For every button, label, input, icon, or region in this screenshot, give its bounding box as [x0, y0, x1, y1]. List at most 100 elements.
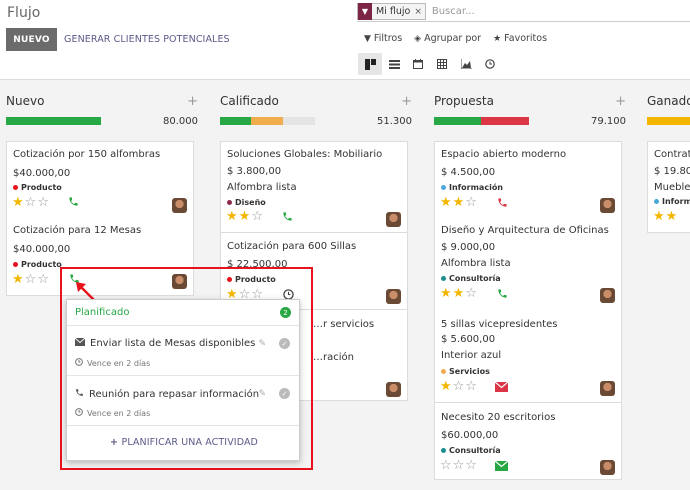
layers-icon: ◈: [414, 34, 422, 44]
kanban-card[interactable]: Contrat… $ 19.800… Muebles… Informa… ★★: [647, 141, 690, 233]
priority-stars[interactable]: ★★☆: [440, 286, 478, 301]
breadcrumb[interactable]: Flujo: [7, 5, 40, 21]
column-title: Ganado: [647, 94, 690, 108]
card-tag: Servicios: [441, 367, 490, 376]
priority-stars[interactable]: ★★☆: [226, 209, 264, 224]
card-title: Cotización por 150 alfombras: [13, 149, 161, 160]
plus-icon[interactable]: +: [615, 94, 626, 109]
column-title: Nuevo: [6, 94, 45, 108]
edit-pencil-icon[interactable]: ✎: [258, 389, 266, 399]
activity-title: Reunión para repasar información: [89, 388, 260, 400]
column-nuevo: Nuevo + 80.000: [6, 90, 202, 128]
priority-stars[interactable]: ★☆☆: [440, 379, 478, 394]
kanban-card[interactable]: Necesito 20 escritorios $60.000,00 Consu…: [434, 402, 622, 480]
card-subtitle: Muebles…: [654, 182, 690, 193]
card-subtitle: …ración: [313, 352, 354, 363]
phone-activity-icon[interactable]: [282, 211, 293, 225]
kanban-card[interactable]: Soluciones Globales: Mobiliario $ 3.800,…: [220, 141, 408, 233]
tag-dot: [441, 448, 446, 453]
card-title: Necesito 20 escritorios: [441, 412, 556, 423]
plus-icon[interactable]: +: [401, 94, 412, 109]
plus-icon: +: [110, 437, 122, 448]
clock-icon: [75, 408, 83, 418]
activity-item[interactable]: Reunión para repasar información Vence e…: [67, 376, 299, 426]
graph-view-icon[interactable]: [454, 53, 478, 75]
kanban-view-icon[interactable]: [358, 53, 382, 75]
card-title: Cotización para 600 Sillas: [227, 241, 357, 252]
mark-done-icon[interactable]: ✓: [279, 338, 290, 349]
column-title: Propuesta: [434, 94, 494, 108]
filters-button[interactable]: ▼ Filtros: [364, 33, 402, 44]
priority-stars[interactable]: ★☆☆: [12, 195, 50, 210]
avatar: [386, 212, 401, 227]
priority-stars[interactable]: ★☆☆: [12, 272, 50, 287]
facet-remove-icon[interactable]: ×: [414, 7, 425, 17]
card-amount: $40.000,00: [13, 168, 71, 179]
card-title: Cotización para 12 Mesas: [13, 225, 142, 236]
card-amount: $ 5.600,00: [441, 334, 496, 345]
email-activity-icon[interactable]: [494, 460, 509, 474]
schedule-activity-button[interactable]: + PLANIFICAR UNA ACTIVIDAD: [67, 437, 301, 448]
card-tag: Diseño: [227, 198, 266, 207]
card-subtitle: Interior azul: [441, 350, 502, 361]
column-progress-bar[interactable]: [647, 117, 690, 125]
card-amount: $ 9.000,00: [441, 242, 496, 253]
avatar: [386, 382, 401, 397]
card-title: Diseño y Arquitectura de Oficinas: [441, 225, 609, 236]
phone-activity-icon[interactable]: [68, 196, 79, 210]
activity-view-icon[interactable]: [478, 53, 502, 75]
column-progress-bar[interactable]: [6, 117, 101, 125]
tag-dot: [227, 200, 232, 205]
control-panel: Flujo NUEVO GENERAR CLIENTES POTENCIALES…: [0, 0, 690, 80]
search-options: ▼ Filtros ◈ Agrupar por ★ Favoritos: [364, 33, 547, 44]
avatar: [600, 460, 615, 475]
list-view-icon[interactable]: [382, 53, 406, 75]
card-subtitle: Alfombra lista: [227, 182, 297, 193]
priority-stars[interactable]: ☆☆☆: [440, 458, 478, 473]
column-calificado: Calificado + 51.300: [220, 90, 416, 128]
priority-stars[interactable]: ★★☆: [440, 195, 478, 210]
column-propuesta: Propuesta + 79.100: [434, 90, 630, 128]
plus-icon[interactable]: +: [187, 94, 198, 109]
calendar-view-icon[interactable]: [406, 53, 430, 75]
email-activity-icon[interactable]: [494, 381, 509, 395]
group-by-button[interactable]: ◈ Agrupar por: [414, 33, 481, 44]
activity-due: Vence en 2 días: [87, 408, 151, 418]
column-title: Calificado: [220, 94, 279, 108]
view-switcher: [358, 53, 502, 75]
card-amount: $40.000,00: [13, 244, 71, 255]
generate-leads-button[interactable]: GENERAR CLIENTES POTENCIALES: [64, 34, 230, 45]
column-progress-bar[interactable]: [434, 117, 529, 125]
kanban-card[interactable]: 5 sillas vicepresidentes $ 5.600,00 Inte…: [434, 310, 622, 403]
activity-item[interactable]: Enviar lista de Mesas disponibles Vence …: [67, 326, 299, 376]
envelope-icon: [74, 337, 86, 349]
card-amount: $60.000,00: [441, 430, 499, 441]
kanban-card[interactable]: Espacio abierto moderno $ 4.500,00 Infor…: [434, 141, 622, 219]
column-total: 79.100: [591, 115, 626, 127]
search-input[interactable]: [431, 6, 612, 17]
popover-title: Planificado: [75, 307, 130, 318]
column-progress-bar[interactable]: [220, 117, 315, 125]
edit-pencil-icon[interactable]: ✎: [258, 339, 266, 349]
card-amount: $ 3.800,00: [227, 166, 282, 177]
favorites-button[interactable]: ★ Favoritos: [493, 33, 547, 44]
pivot-view-icon[interactable]: [430, 53, 454, 75]
new-button[interactable]: NUEVO: [6, 28, 57, 51]
activity-title: Enviar lista de Mesas disponibles: [90, 338, 256, 349]
avatar: [172, 198, 187, 213]
kanban-card[interactable]: Cotización por 150 alfombras $40.000,00 …: [6, 141, 194, 219]
phone-activity-icon[interactable]: [497, 288, 508, 302]
search-facet[interactable]: ▼ Mi flujo ×: [357, 2, 426, 20]
mark-done-icon[interactable]: ✓: [279, 388, 290, 399]
card-title: …r servicios: [313, 319, 375, 330]
phone-icon: [75, 388, 84, 400]
card-title: Soluciones Globales: Mobiliario: [227, 149, 383, 160]
column-total: 80.000: [163, 115, 198, 127]
kanban-card[interactable]: Diseño y Arquitectura de Oficinas $ 9.00…: [434, 218, 622, 311]
phone-activity-icon[interactable]: [497, 197, 508, 211]
tag-dot: [654, 199, 659, 204]
tag-dot: [13, 262, 18, 267]
priority-stars[interactable]: ★★: [653, 209, 678, 224]
card-title: Contrat…: [654, 149, 690, 160]
card-tag: Consultoría: [441, 274, 501, 283]
